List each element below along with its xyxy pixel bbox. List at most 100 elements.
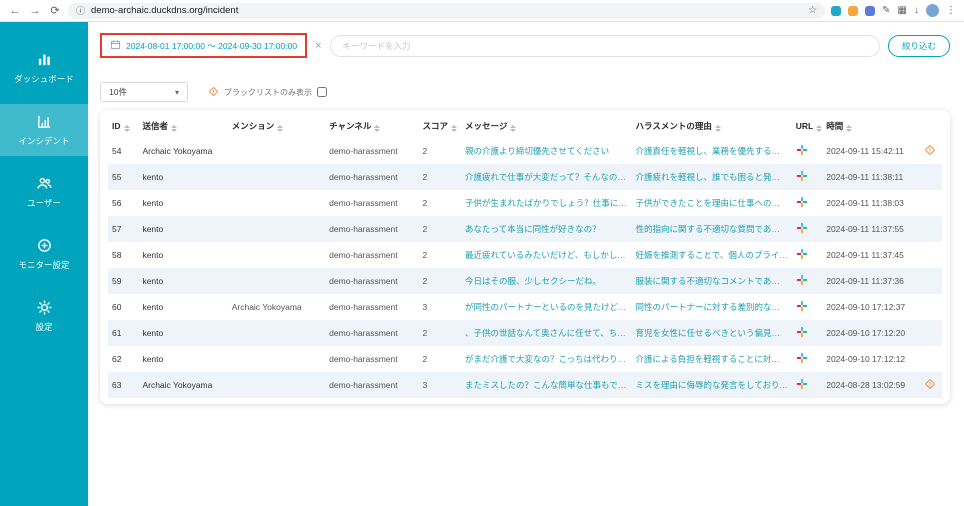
cell-url[interactable] xyxy=(792,216,822,242)
cell-mention xyxy=(228,190,325,216)
cell-url[interactable] xyxy=(792,268,822,294)
cell-time: 2024-09-11 11:37:45 xyxy=(826,250,904,260)
browser-chrome: ← → ⟳ ⓘ demo-archaic.duckdns.org/inciden… xyxy=(0,0,964,22)
refresh-icon[interactable]: ⟳ xyxy=(48,4,62,17)
slack-link-icon[interactable] xyxy=(796,274,808,288)
sidebar-item-incident[interactable]: インシデント xyxy=(0,104,88,156)
profile-avatar[interactable] xyxy=(926,4,939,17)
table-row[interactable]: 61 kento demo-harassment 2 、子供の世話なんて奥さんに… xyxy=(108,320,942,346)
col-url[interactable]: URL xyxy=(792,114,823,138)
table-row[interactable]: 62 kento demo-harassment 2 がまだ介護で大変なの？こっ… xyxy=(108,346,942,372)
sort-icon xyxy=(123,124,130,132)
col-id[interactable]: ID xyxy=(108,114,138,138)
cell-time: 2024-09-11 11:38:11 xyxy=(826,172,904,182)
cell-flag xyxy=(920,190,942,216)
sidebar-item-monitor-settings[interactable]: モニター設定 xyxy=(0,228,88,280)
cell-flag xyxy=(920,138,942,164)
main-content: 2024-08-01 17:00:00 ～ 2024-09-30 17:00:0… xyxy=(88,22,964,506)
cell-reason: 同性のパートナーに対する差別的な発言であ… xyxy=(635,302,791,312)
cell-flag xyxy=(920,242,942,268)
slack-link-icon[interactable] xyxy=(796,222,808,236)
extension-icon-2[interactable] xyxy=(848,5,859,16)
col-flag xyxy=(920,114,942,138)
cell-reason: 子供ができたことを理由に仕事への集中を疑… xyxy=(635,198,791,208)
sort-icon xyxy=(170,125,177,132)
col-sender[interactable]: 送信者 xyxy=(138,114,227,138)
slack-link-icon[interactable] xyxy=(796,300,808,314)
cell-flag xyxy=(920,164,942,190)
extension-icon-1[interactable] xyxy=(831,5,842,16)
slack-link-icon[interactable] xyxy=(796,352,808,366)
sidebar-item-settings[interactable]: 設定 xyxy=(0,290,88,342)
slack-link-icon[interactable] xyxy=(796,144,808,158)
back-icon[interactable]: ← xyxy=(8,5,22,17)
sort-icon xyxy=(714,125,721,132)
filter-apply-button[interactable]: 絞り込む xyxy=(887,34,950,57)
browser-menu-icon[interactable]: ⋮ xyxy=(946,5,956,16)
cell-url[interactable] xyxy=(792,372,822,398)
sort-icon xyxy=(510,125,517,132)
table-row[interactable]: 60 kento Archaic Yokoyama demo-harassmen… xyxy=(108,294,942,320)
col-time[interactable]: 時間 xyxy=(822,114,919,138)
cell-message: 今日はその服、少しセクシーだね。 xyxy=(465,276,602,286)
incident-table: ID 送信者 メンション チャンネル スコア メッセージ ハラスメントの理由 U… xyxy=(108,114,942,398)
date-range-filter[interactable]: 2024-08-01 17:00:00 ～ 2024-09-30 17:00:0… xyxy=(104,37,303,54)
col-channel[interactable]: チャンネル xyxy=(325,114,418,138)
slack-link-icon[interactable] xyxy=(796,378,808,392)
cell-url[interactable] xyxy=(792,242,822,268)
bookmark-star-icon[interactable]: ☆ xyxy=(808,5,817,16)
sidebar-item-users[interactable]: ユーザー xyxy=(0,166,88,218)
keyword-input[interactable] xyxy=(329,34,880,57)
cell-channel: demo-harassment xyxy=(329,146,398,156)
page-size-select[interactable]: 10件 ▾ xyxy=(100,82,188,102)
cell-url[interactable] xyxy=(792,320,822,346)
cell-url[interactable] xyxy=(792,346,822,372)
cell-url[interactable] xyxy=(792,190,822,216)
cell-score: 2 xyxy=(422,198,428,208)
cell-url[interactable] xyxy=(792,294,822,320)
sort-icon xyxy=(450,125,457,132)
col-reason[interactable]: ハラスメントの理由 xyxy=(631,114,791,138)
slack-link-icon[interactable] xyxy=(796,170,808,184)
col-message[interactable]: メッセージ xyxy=(461,114,631,138)
apps-grid-icon[interactable]: ▦ xyxy=(898,5,907,16)
cell-mention xyxy=(228,164,325,190)
slack-link-icon[interactable] xyxy=(796,326,808,340)
site-info-icon[interactable]: ⓘ xyxy=(76,4,85,17)
clear-date-button[interactable]: × xyxy=(315,40,321,52)
address-bar[interactable]: ⓘ demo-archaic.duckdns.org/incident ☆ xyxy=(68,2,826,19)
cell-sender: kento xyxy=(142,328,164,338)
download-icon[interactable]: ↓ xyxy=(914,5,919,16)
sidebar-item-label: 設定 xyxy=(35,322,53,332)
cell-flag xyxy=(920,346,942,372)
blacklist-checkbox[interactable] xyxy=(317,87,327,97)
col-score[interactable]: スコア xyxy=(418,114,461,138)
cell-url[interactable] xyxy=(792,164,822,190)
forward-icon[interactable]: → xyxy=(28,5,42,17)
users-icon xyxy=(36,175,53,192)
cell-time: 2024-09-11 11:37:55 xyxy=(826,224,904,234)
sidebar-item-dashboard[interactable]: ダッシュボード xyxy=(0,42,88,94)
table-row[interactable]: 56 kento demo-harassment 2 子供が生まれたばかりでしょ… xyxy=(108,190,942,216)
slack-link-icon[interactable] xyxy=(796,248,808,262)
sort-icon xyxy=(846,125,853,132)
table-row[interactable]: 58 kento demo-harassment 2 最近疲れているみたいだけど… xyxy=(108,242,942,268)
url-text: demo-archaic.duckdns.org/incident xyxy=(91,5,239,16)
table-row[interactable]: 55 kento demo-harassment 2 介護疲れで仕事が大変だって… xyxy=(108,164,942,190)
cell-time: 2024-09-10 17:12:12 xyxy=(826,354,906,364)
col-mention[interactable]: メンション xyxy=(228,114,325,138)
sidebar-item-label: ユーザー xyxy=(27,198,61,208)
slack-link-icon[interactable] xyxy=(796,196,808,210)
cell-url[interactable] xyxy=(792,138,822,164)
cell-reason: 育児を女性に任せるべきという偏見を含んで… xyxy=(635,328,791,338)
table-row[interactable]: 54 Archaic Yokoyama demo-harassment 2 親の… xyxy=(108,138,942,164)
cell-reason: 性的指向に関する不適切な質問であり、個人… xyxy=(635,224,791,234)
table-row[interactable]: 57 kento demo-harassment 2 あなたって本当に同性が好き… xyxy=(108,216,942,242)
cell-message: 子供が生まれたばかりでしょう？仕事に集中でき… xyxy=(465,198,631,208)
cell-mention xyxy=(228,138,325,164)
table-row[interactable]: 59 kento demo-harassment 2 今日はその服、少しセクシー… xyxy=(108,268,942,294)
extension-icon-3[interactable] xyxy=(865,5,876,16)
cell-sender: Archaic Yokoyama xyxy=(142,146,213,156)
edit-extension-icon[interactable]: ✎ xyxy=(882,5,890,16)
table-row[interactable]: 63 Archaic Yokoyama demo-harassment 3 また… xyxy=(108,372,942,398)
